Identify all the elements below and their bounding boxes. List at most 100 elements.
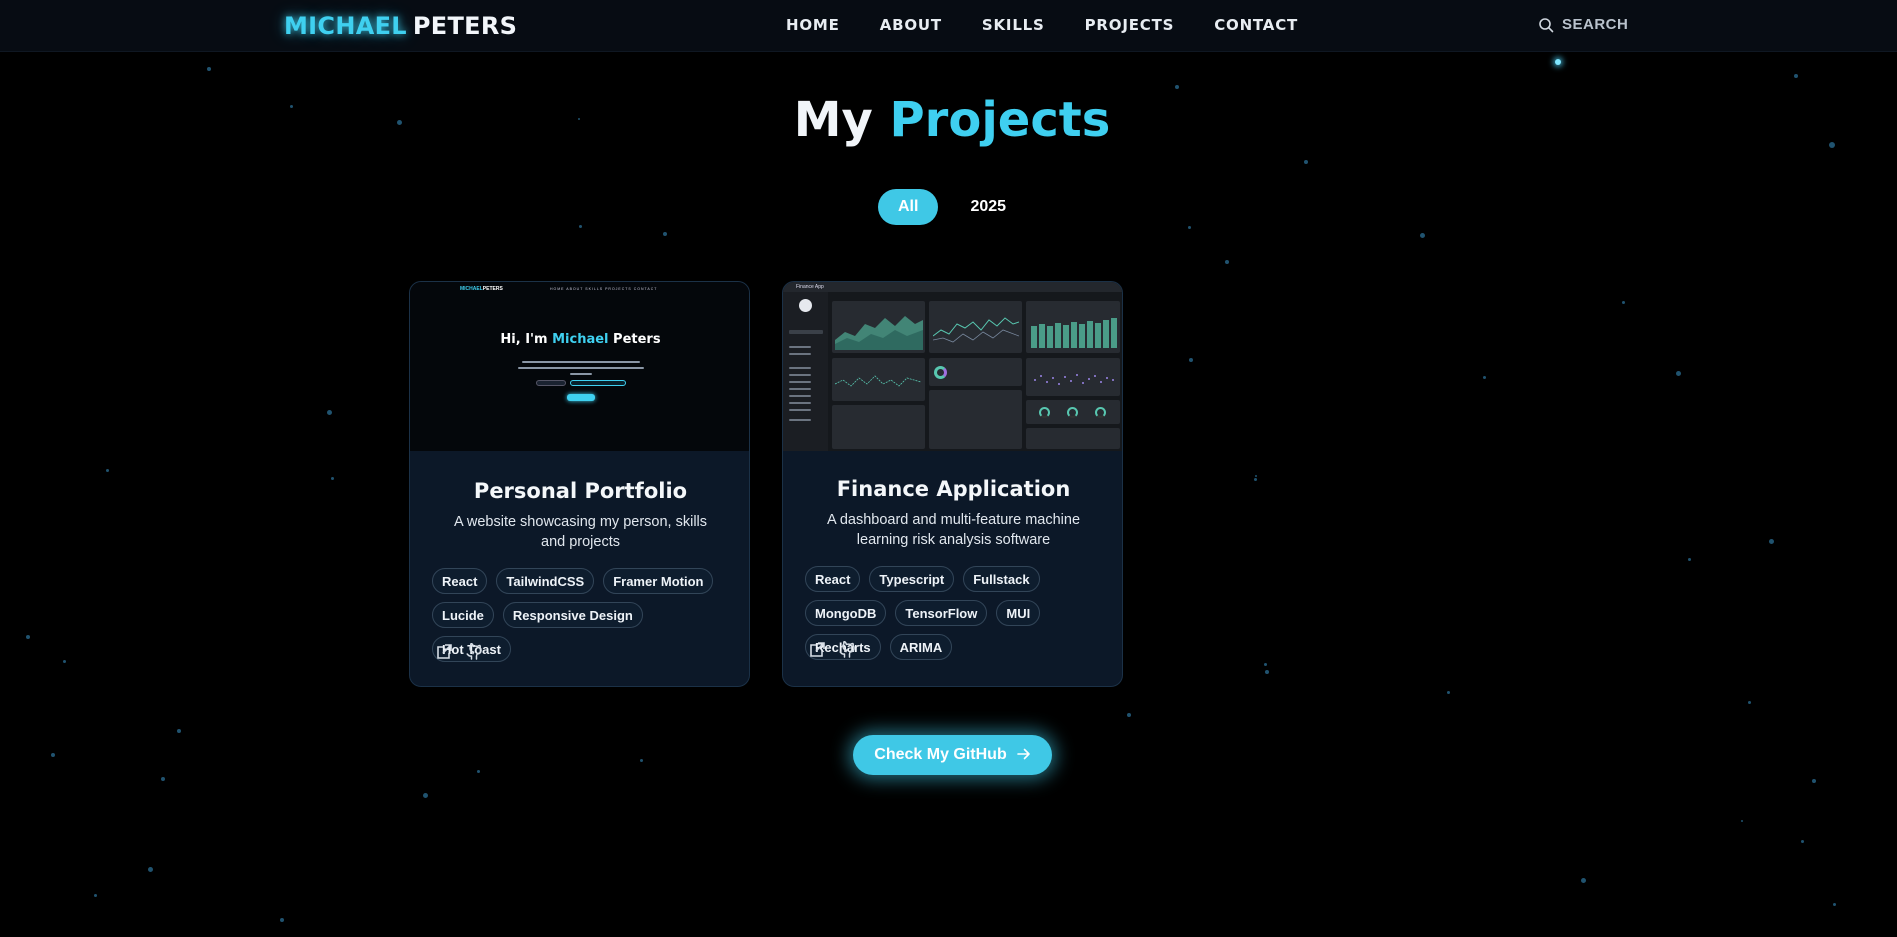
preview-sidebar-item: [789, 374, 811, 376]
project-card-finance: Finance App Finance Application A dashbo…: [782, 281, 1123, 687]
preview-nav: MICHAELPETERS HOME ABOUT SKILLS PROJECTS…: [410, 282, 749, 296]
star: [1748, 701, 1751, 704]
project-links: [808, 641, 868, 659]
nav-link-contact[interactable]: CONTACT: [1214, 16, 1298, 34]
preview-text-line: [570, 373, 592, 375]
preview-app-name: Finance App: [796, 284, 824, 290]
star: [1581, 878, 1586, 883]
star: [1189, 358, 1193, 362]
star: [207, 67, 211, 71]
preview-sidebar-item: [789, 330, 823, 334]
star: [1304, 160, 1308, 164]
preview-line-chart: [933, 317, 1019, 343]
search-button[interactable]: SEARCH: [1538, 16, 1628, 33]
preview-sidebar-item: [789, 346, 811, 348]
preview-avatar: [799, 299, 812, 312]
preview-panel: [929, 390, 1022, 449]
tag: Fullstack: [963, 566, 1040, 592]
preview-scatter-line: [835, 375, 921, 387]
preview-hero-heading: Hi, I'm Michael Peters: [410, 332, 749, 347]
github-icon[interactable]: [465, 643, 483, 661]
project-title: Finance Application: [836, 477, 1071, 501]
star: [1188, 226, 1191, 229]
search-label: SEARCH: [1562, 16, 1629, 33]
preview-sidebar-item: [789, 353, 811, 355]
preview-sidebar-item: [789, 388, 811, 390]
tag: Lucide: [432, 602, 494, 628]
preview-topbar: [783, 282, 1122, 292]
tag: Typescript: [869, 566, 955, 592]
site-logo[interactable]: MICHAEL PETERS: [284, 12, 517, 40]
external-link-icon[interactable]: [435, 643, 453, 661]
star: [331, 477, 334, 480]
nav-link-skills[interactable]: SKILLS: [982, 16, 1045, 34]
nav-link-about[interactable]: ABOUT: [880, 16, 942, 34]
preview-area-chart: [835, 316, 923, 350]
preview-nav-links: HOME ABOUT SKILLS PROJECTS CONTACT: [550, 287, 658, 291]
nav-link-home[interactable]: HOME: [786, 16, 840, 34]
preview-gauge: [1095, 407, 1106, 418]
star: [1833, 903, 1836, 906]
arrow-right-icon: [1016, 747, 1031, 763]
preview-sidebar-item: [789, 402, 811, 404]
star: [1812, 779, 1816, 783]
check-github-label: Check My GitHub: [874, 746, 1007, 763]
preview-button: [570, 380, 626, 386]
preview-logo-last: PETERS: [482, 286, 503, 292]
star: [94, 894, 97, 897]
project-description: A dashboard and multi-feature machine le…: [826, 512, 1081, 548]
external-link-icon[interactable]: [808, 641, 826, 659]
preview-gauge: [1067, 407, 1078, 418]
preview-sidebar-item: [789, 419, 811, 421]
star: [148, 867, 153, 872]
preview-gauge: [1039, 407, 1050, 418]
title-word-my: My: [793, 92, 873, 148]
search-icon: [1539, 17, 1554, 32]
star: [1225, 260, 1229, 264]
preview-sidebar-item: [789, 367, 811, 369]
tag: Framer Motion: [603, 568, 714, 594]
check-github-button[interactable]: Check My GitHub: [853, 735, 1052, 775]
star: [579, 225, 582, 228]
star: [1264, 663, 1267, 666]
star: [1255, 475, 1257, 477]
star: [327, 410, 332, 415]
logo-first-name: MICHAEL: [284, 12, 407, 40]
project-filters: All 2025: [878, 189, 1038, 225]
page-title: My Projects: [0, 92, 1897, 148]
project-preview-finance[interactable]: Finance App: [783, 282, 1122, 451]
star: [1127, 713, 1131, 717]
tag: ARIMA: [889, 634, 953, 660]
star: [1622, 301, 1625, 304]
star: [1420, 233, 1425, 238]
filter-2025[interactable]: 2025: [950, 189, 1026, 225]
preview-button: [536, 380, 566, 386]
preview-logo-first: MICHAEL: [460, 286, 483, 292]
project-card-portfolio: MICHAELPETERS HOME ABOUT SKILLS PROJECTS…: [409, 281, 750, 687]
star: [1676, 371, 1681, 376]
star: [1175, 85, 1179, 89]
project-preview-portfolio[interactable]: MICHAELPETERS HOME ABOUT SKILLS PROJECTS…: [410, 282, 749, 451]
preview-donut: [934, 366, 947, 379]
github-icon[interactable]: [838, 641, 856, 659]
star: [1769, 539, 1774, 544]
preview-cta-button: [567, 394, 595, 401]
nav-link-projects[interactable]: PROJECTS: [1085, 16, 1175, 34]
preview-hero-prefix: Hi, I'm: [500, 332, 548, 347]
tag: TensorFlow: [895, 600, 988, 626]
preview-bar-chart: [1031, 318, 1117, 348]
star: [477, 770, 480, 773]
logo-last-name: PETERS: [412, 12, 518, 40]
tag: MongoDB: [805, 600, 887, 626]
star: [1483, 376, 1486, 379]
star: [1265, 670, 1269, 674]
star: [1447, 691, 1450, 694]
filter-all[interactable]: All: [878, 189, 939, 225]
star: [423, 793, 428, 798]
preview-logo: MICHAELPETERS: [460, 286, 503, 292]
star: [280, 918, 284, 922]
preview-text-line: [518, 367, 644, 369]
star: [51, 753, 55, 757]
star: [1688, 558, 1691, 561]
tag: MUI: [996, 600, 1041, 626]
